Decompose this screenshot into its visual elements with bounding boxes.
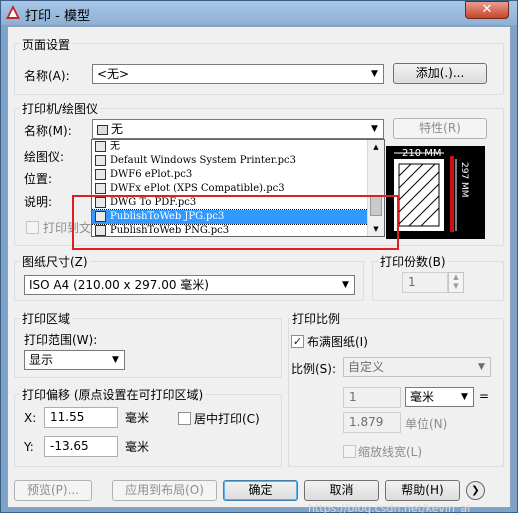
chevron-down-icon[interactable]: ▼ bbox=[473, 358, 490, 376]
chevron-down-icon[interactable]: ▼ bbox=[366, 65, 383, 83]
scale-lineweights-label: 缩放线宽(L) bbox=[358, 445, 423, 459]
paper-size-value: ISO A4 (210.00 x 297.00 毫米) bbox=[29, 278, 209, 292]
printer-name-value: 无 bbox=[111, 122, 124, 136]
offset-x-input[interactable]: 11.55 bbox=[44, 407, 118, 428]
offset-y-unit: 毫米 bbox=[125, 440, 150, 454]
printer-icon bbox=[95, 169, 106, 180]
paper-preview-graphic bbox=[394, 152, 457, 232]
print-to-file-checkbox[interactable] bbox=[26, 221, 39, 234]
scale-denominator-input[interactable]: 1.879 bbox=[343, 412, 401, 433]
apply-to-layout-button[interactable]: 应用到布局(O) bbox=[112, 480, 217, 501]
scroll-up-icon[interactable]: ▲ bbox=[368, 140, 384, 154]
add-page-setup-button[interactable]: 添加(.)... bbox=[393, 63, 487, 84]
window-title: 打印 - 模型 bbox=[25, 9, 90, 24]
close-button[interactable]: ✕ bbox=[465, 1, 509, 19]
preview-width-label: 210 MM bbox=[402, 148, 442, 159]
offset-x-unit: 毫米 bbox=[125, 411, 150, 425]
printer-icon bbox=[95, 141, 106, 152]
print-dialog-window: 打印 - 模型 ✕ 页面设置 名称(A): <无> ▼ 添加(.)... 打印机… bbox=[0, 0, 518, 515]
copies-title: 打印份数(B) bbox=[378, 253, 448, 270]
description-label: 说明: bbox=[24, 195, 53, 209]
copies-spinner[interactable]: ▲ ▼ bbox=[448, 272, 464, 293]
copies-input[interactable]: 1 bbox=[402, 272, 448, 293]
paper-size-combo[interactable]: ISO A4 (210.00 x 297.00 毫米) ▼ bbox=[24, 275, 355, 295]
scale-value: 自定义 bbox=[348, 360, 385, 374]
plot-range-value: 显示 bbox=[29, 353, 54, 367]
printer-icon bbox=[95, 183, 106, 194]
list-item[interactable]: 无 bbox=[92, 140, 368, 154]
printer-icon bbox=[97, 124, 108, 135]
chevron-down-icon[interactable]: ▼ bbox=[456, 388, 473, 406]
scale-numerator-input[interactable]: 1 bbox=[343, 387, 401, 408]
printer-name-combo[interactable]: 无 ▼ bbox=[92, 119, 384, 139]
page-setup-title: 页面设置 bbox=[20, 36, 73, 53]
highlight-annotation-box bbox=[72, 195, 399, 250]
ok-button[interactable]: 确定 bbox=[223, 480, 298, 501]
plot-scale-title: 打印比例 bbox=[290, 310, 343, 327]
watermark-text: https://blog.csdn.net/kevin_ai bbox=[308, 502, 471, 515]
list-item[interactable]: DWFx ePlot (XPS Compatible).pc3 bbox=[92, 182, 368, 196]
center-plot-label: 居中打印(C) bbox=[194, 412, 260, 426]
plot-range-combo[interactable]: 显示 ▼ bbox=[24, 350, 125, 370]
page-setup-name-label: 名称(A): bbox=[24, 69, 70, 83]
help-button[interactable]: 帮助(H) bbox=[385, 480, 460, 501]
plot-offset-title: 打印偏移 (原点设置在可打印区域) bbox=[20, 386, 206, 403]
expand-more-icon[interactable]: ❯ bbox=[466, 481, 485, 500]
scale-label: 比例(S): bbox=[291, 362, 337, 376]
cancel-button[interactable]: 取消 bbox=[304, 480, 379, 501]
center-plot-checkbox[interactable] bbox=[178, 412, 191, 425]
plot-area-title: 打印区域 bbox=[20, 310, 73, 327]
dialog-client-area: 页面设置 名称(A): <无> ▼ 添加(.)... 打印机/绘图仪 名称(M)… bbox=[7, 26, 511, 515]
chevron-down-icon[interactable]: ▼ bbox=[337, 276, 354, 294]
printer-group-title: 打印机/绘图仪 bbox=[20, 100, 101, 117]
location-label: 位置: bbox=[24, 172, 53, 186]
plot-range-label: 打印范围(W): bbox=[24, 333, 98, 347]
paper-preview: 210 MM 297 MM bbox=[386, 146, 485, 239]
scale-lineweights-checkbox[interactable] bbox=[343, 445, 356, 458]
page-setup-name-combo[interactable]: <无> ▼ bbox=[92, 64, 384, 84]
autocad-app-icon bbox=[6, 5, 20, 19]
chevron-down-icon[interactable]: ▼ bbox=[366, 120, 383, 138]
offset-y-label: Y: bbox=[24, 440, 34, 454]
fit-to-paper-checkbox[interactable]: ✓ bbox=[291, 335, 304, 348]
title-bar[interactable]: 打印 - 模型 ✕ bbox=[1, 1, 517, 25]
preview-button[interactable]: 预览(P)... bbox=[14, 480, 92, 501]
list-item[interactable]: DWF6 ePlot.pc3 bbox=[92, 168, 368, 182]
offset-x-label: X: bbox=[24, 411, 37, 425]
printer-name-label: 名称(M): bbox=[24, 124, 72, 138]
list-item[interactable]: Default Windows System Printer.pc3 bbox=[92, 154, 368, 168]
preview-height-label: 297 MM bbox=[459, 162, 469, 198]
printer-properties-button[interactable]: 特性(R) bbox=[393, 118, 487, 139]
scale-combo[interactable]: 自定义 ▼ bbox=[343, 357, 491, 377]
scale-unit-value: 毫米 bbox=[410, 390, 435, 404]
equals-sign: = bbox=[479, 389, 490, 403]
plotter-label: 绘图仪: bbox=[24, 150, 65, 164]
chevron-down-icon[interactable]: ▼ bbox=[107, 351, 124, 369]
paper-size-title: 图纸尺寸(Z) bbox=[20, 253, 90, 270]
printer-icon bbox=[95, 155, 106, 166]
offset-y-input[interactable]: -13.65 bbox=[44, 436, 118, 457]
unit-label: 单位(N) bbox=[405, 417, 448, 431]
page-setup-name-value: <无> bbox=[97, 67, 130, 81]
fit-to-paper-label: 布满图纸(I) bbox=[307, 335, 368, 349]
scale-unit-combo[interactable]: 毫米 ▼ bbox=[405, 387, 474, 407]
